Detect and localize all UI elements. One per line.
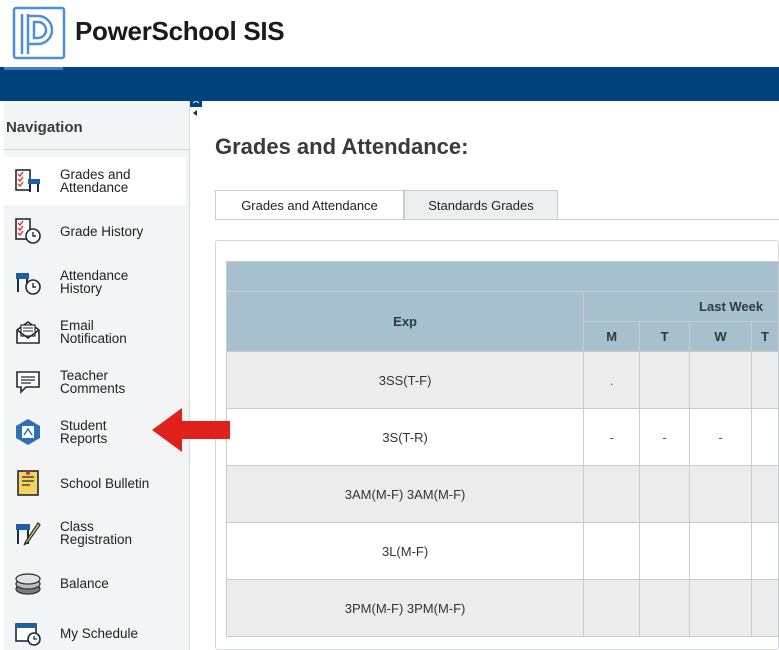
bulletin-icon	[17, 470, 39, 496]
exp-cell: 3L(M-F)	[225, 522, 585, 580]
sidebar-item-label: Teacher Comments	[60, 368, 126, 396]
table-row: 3SS(T-F) .	[225, 351, 779, 409]
sidebar-item-label: Email Notification	[60, 318, 127, 346]
sidebar-item-label: Balance	[60, 576, 109, 591]
app-title: PowerSchool SIS	[75, 16, 285, 46]
app-header: PowerSchool SIS	[0, 0, 779, 67]
attendance-cell[interactable]	[689, 351, 752, 409]
schedule-icon	[15, 623, 41, 646]
attendance-cell[interactable]: -	[689, 408, 752, 466]
annotation-arrow-icon	[152, 408, 230, 452]
grades-attendance-icon	[15, 169, 40, 192]
table-banner	[226, 261, 779, 292]
nav-divider	[4, 149, 189, 150]
attendance-cell[interactable]: .	[583, 351, 641, 409]
nav-heading: Navigation	[6, 119, 83, 136]
column-group-last-week: Last Week	[583, 291, 779, 322]
column-header-exp[interactable]: Exp	[225, 291, 585, 352]
attendance-cell[interactable]	[750, 522, 779, 580]
attendance-cell[interactable]: -	[639, 408, 691, 466]
attendance-cell[interactable]	[583, 579, 641, 637]
attendance-history-icon	[16, 273, 41, 295]
sidebar-item-teacher-comments[interactable]: Teacher Comments	[4, 358, 186, 406]
tab-grades-and-attendance[interactable]: Grades and Attendance	[215, 190, 404, 220]
attendance-cell[interactable]	[639, 579, 691, 637]
balance-icon	[15, 573, 41, 595]
exp-cell: 3SS(T-F)	[225, 351, 585, 409]
attendance-cell[interactable]	[639, 465, 691, 523]
sidebar-item-grade-history[interactable]: Grade History	[4, 207, 186, 255]
grade-history-icon	[15, 218, 41, 244]
grades-table: Exp Last Week M T W T 3SS(T-F) . 3S(T-R)…	[225, 261, 779, 637]
exp-cell: 3PM(M-F) 3PM(M-F)	[225, 579, 585, 637]
sidebar-item-my-schedule[interactable]: My Schedule	[4, 609, 186, 650]
attendance-cell[interactable]	[689, 579, 752, 637]
sidebar-item-grades-attendance[interactable]: Grades and Attendance	[4, 157, 186, 205]
sidebar-item-school-bulletin[interactable]: School Bulletin	[4, 459, 186, 507]
column-header-day: T	[750, 321, 779, 352]
attendance-cell[interactable]	[689, 522, 752, 580]
attendance-cell[interactable]	[583, 465, 641, 523]
sidebar-item-class-registration[interactable]: Class Registration	[4, 509, 186, 557]
powerschool-logo-icon[interactable]	[12, 6, 66, 60]
sidebar-item-attendance-history[interactable]: Attendance History	[4, 258, 186, 306]
tab-standards-grades[interactable]: Standards Grades	[404, 190, 558, 220]
table-row: 3AM(M-F) 3AM(M-F)	[225, 465, 779, 523]
sidebar-item-label: Attendance History	[60, 268, 129, 296]
column-header-day: M	[583, 321, 641, 352]
attendance-cell[interactable]: -	[583, 408, 641, 466]
sidebar-item-email-notification[interactable]: Email Notification	[4, 308, 186, 356]
comments-icon	[16, 371, 40, 394]
sidebar-item-label: Grades and Attendance	[60, 167, 131, 195]
page-title: Grades and Attendance:	[215, 134, 469, 159]
student-reports-icon	[16, 419, 40, 445]
column-header-day: T	[639, 321, 691, 352]
attendance-cell[interactable]	[639, 351, 691, 409]
table-row: 3PM(M-F) 3PM(M-F)	[225, 579, 779, 637]
collapse-sidebar-icon[interactable]	[190, 101, 202, 123]
sidebar: Navigation Grades and Attendance Grade Hi…	[4, 101, 190, 650]
sidebar-item-label: My Schedule	[60, 626, 139, 641]
email-icon	[16, 321, 40, 344]
attendance-cell[interactable]	[750, 465, 779, 523]
header-nav-bar	[0, 67, 779, 101]
tab-divider	[215, 219, 779, 220]
column-header-day: W	[689, 321, 752, 352]
sidebar-item-label: School Bulletin	[60, 476, 150, 491]
attendance-cell[interactable]	[583, 522, 641, 580]
attendance-cell[interactable]	[689, 465, 752, 523]
attendance-cell[interactable]	[750, 351, 779, 409]
attendance-cell[interactable]	[750, 579, 779, 637]
exp-cell: 3S(T-R)	[225, 408, 585, 466]
sidebar-item-balance[interactable]: Balance	[4, 559, 186, 607]
sidebar-item-label: Grade History	[60, 224, 144, 239]
table-row: 3S(T-R) - - -	[225, 408, 779, 466]
class-registration-icon	[16, 522, 41, 546]
header-accent	[4, 67, 63, 70]
exp-cell: 3AM(M-F) 3AM(M-F)	[225, 465, 585, 523]
table-row: 3L(M-F)	[225, 522, 779, 580]
attendance-cell[interactable]	[750, 408, 779, 466]
attendance-cell[interactable]	[639, 522, 691, 580]
sidebar-item-label: Class Registration	[60, 519, 133, 547]
